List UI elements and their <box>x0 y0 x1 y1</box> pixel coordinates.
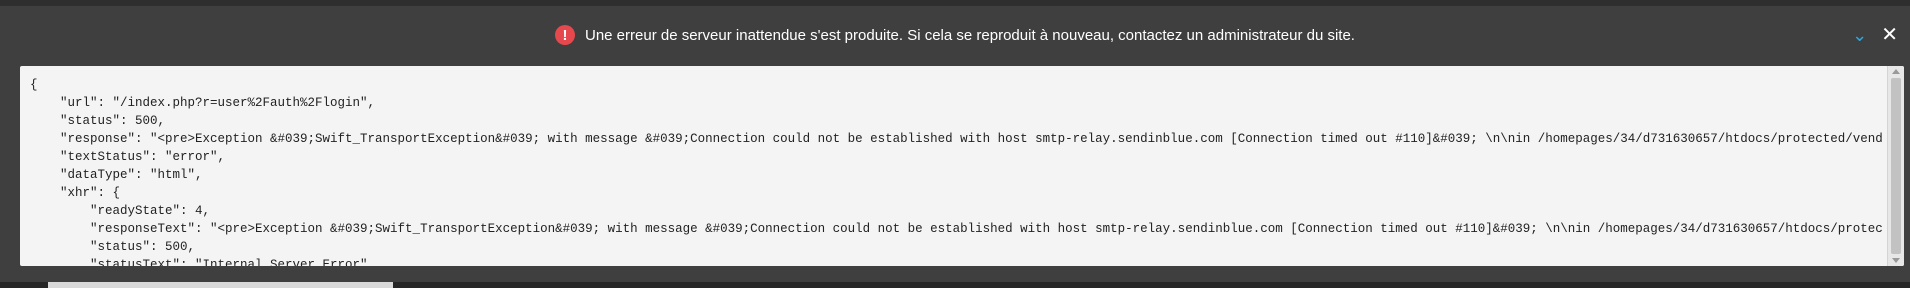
vertical-scrollbar[interactable] <box>1887 66 1904 266</box>
code-line: "statusText": "Internal Server Error", <box>30 258 376 266</box>
error-details-code: { "url": "/index.php?r=user%2Fauth%2Flog… <box>30 76 1882 266</box>
code-line: { <box>30 78 38 92</box>
scroll-up-arrow-icon[interactable] <box>1892 69 1900 74</box>
code-line: "dataType": "html", <box>30 168 203 182</box>
banner-controls: ⌄ ✕ <box>1852 6 1898 64</box>
code-line: "textStatus": "error", <box>30 150 226 164</box>
exclamation-circle-icon: ! <box>555 25 575 45</box>
scroll-down-arrow-icon[interactable] <box>1892 258 1900 263</box>
code-line: "url": "/index.php?r=user%2Fauth%2Flogin… <box>30 96 376 110</box>
bottom-tab-indicator <box>48 282 393 288</box>
code-line: "readyState": 4, <box>30 204 211 218</box>
chevron-down-icon[interactable]: ⌄ <box>1852 26 1867 44</box>
error-message: ! Une erreur de serveur inattendue s'est… <box>555 25 1355 45</box>
scroll-thumb[interactable] <box>1891 78 1901 254</box>
close-icon[interactable]: ✕ <box>1881 25 1898 45</box>
error-details-panel: { "url": "/index.php?r=user%2Fauth%2Flog… <box>20 66 1904 266</box>
error-message-text: Une erreur de serveur inattendue s'est p… <box>585 26 1355 44</box>
code-line: "status": 500, <box>30 240 196 254</box>
code-line: "status": 500, <box>30 114 166 128</box>
code-line: "responseText": "<pre>Exception &#039;Sw… <box>30 222 1882 236</box>
code-line: "response": "<pre>Exception &#039;Swift_… <box>30 132 1882 146</box>
error-banner: ! Une erreur de serveur inattendue s'est… <box>0 6 1910 64</box>
code-line: "xhr": { <box>30 186 121 200</box>
